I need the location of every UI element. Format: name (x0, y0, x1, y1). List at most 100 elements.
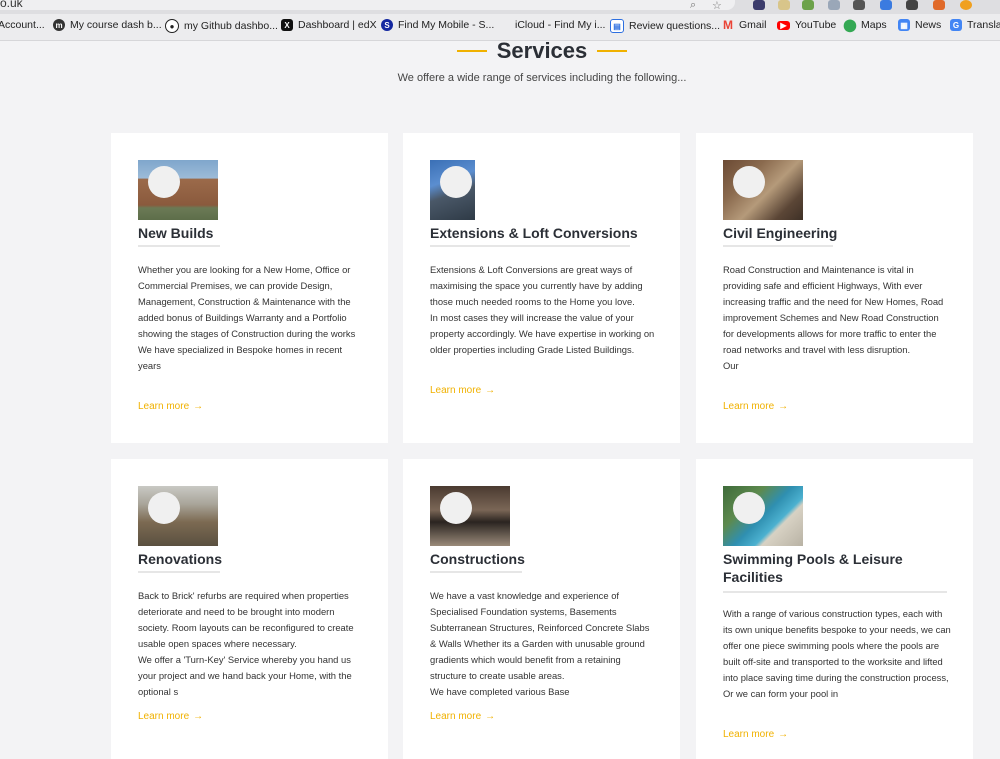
service-title: Renovations (138, 551, 223, 567)
bookmark-label: Review questions... (629, 20, 721, 32)
learn-more-link[interactable]: Learn more → (723, 401, 788, 412)
maps-icon: ⬤ (843, 18, 857, 32)
service-title: Extensions & Loft Conversions (430, 225, 638, 241)
service-description: With a range of various construction typ… (723, 608, 951, 699)
arrow-right-icon: → (193, 711, 204, 722)
edx-icon: X (281, 19, 293, 31)
address-bar[interactable] (0, 0, 735, 10)
bookmark-label: News (915, 19, 942, 31)
extension-icon[interactable] (778, 0, 790, 10)
bookmark-item[interactable]: ▶ YouTube (777, 19, 836, 31)
service-title: Civil Engineering (723, 225, 838, 241)
bookmark-item[interactable]: Account... (0, 19, 45, 31)
service-description: Extensions & Loft Conversions are great … (430, 264, 655, 355)
bookmark-item[interactable]: ⬤ Maps (843, 18, 887, 32)
learn-more-label: Learn more (723, 401, 775, 412)
doc-icon: ▤ (610, 19, 624, 33)
address-bar-area: o.uk ⌕ ☆ (0, 0, 1000, 14)
bookmark-label: my Github dashbo... (184, 20, 278, 32)
bookmark-item[interactable]: ▦ News (898, 19, 941, 31)
learn-more-link[interactable]: Learn more → (138, 401, 203, 412)
arrow-right-icon: → (485, 385, 496, 396)
service-description: Whether you are looking for a New Home, … (138, 264, 356, 371)
extension-icon[interactable] (828, 0, 840, 10)
learn-more-label: Learn more (138, 711, 190, 722)
arrow-right-icon: → (778, 401, 789, 412)
image-overlay-circle (733, 166, 765, 198)
learn-more-label: Learn more (138, 401, 190, 412)
image-overlay-circle (440, 166, 472, 198)
image-overlay-circle (733, 492, 765, 524)
services-heading: Services We offere a wide range of servi… (0, 38, 1000, 84)
service-card-constructions: Constructions We have a vast knowledge a… (403, 459, 680, 759)
bookmarks-bar: Account... m My course dash b... ● my Gi… (0, 14, 1000, 41)
extension-icon[interactable] (933, 0, 945, 10)
bookmark-label: Dashboard | edX (298, 19, 377, 31)
bookmark-item[interactable]: G Translat (950, 19, 1000, 31)
title-underline (138, 571, 220, 573)
heading-accent-line (456, 50, 487, 52)
arrow-right-icon: → (485, 711, 496, 722)
bookmark-item[interactable]: ▤ Review questions... (610, 19, 720, 33)
extension-icon[interactable] (906, 0, 918, 10)
learn-more-link[interactable]: Learn more → (138, 711, 203, 722)
bookmark-item[interactable]: X Dashboard | edX (281, 19, 377, 31)
address-bar-url[interactable]: o.uk (0, 0, 23, 10)
bookmark-item[interactable]: iCloud - Find My i... (498, 19, 605, 31)
github-icon: ● (165, 19, 179, 33)
learn-more-label: Learn more (723, 729, 775, 740)
heading-accent-line (597, 50, 628, 52)
bookmark-label: Maps (861, 19, 887, 31)
service-image (430, 160, 475, 220)
moodle-icon: m (53, 19, 65, 31)
news-icon: ▦ (898, 19, 910, 31)
title-underline (138, 245, 220, 247)
service-image (138, 486, 218, 546)
extension-icon[interactable] (960, 0, 972, 10)
service-image (430, 486, 510, 546)
arrow-right-icon: → (193, 401, 204, 412)
bookmark-item[interactable]: M Gmail (722, 18, 767, 32)
samsung-icon: S (381, 19, 393, 31)
image-overlay-circle (148, 492, 180, 524)
bookmark-item[interactable]: ● my Github dashbo... (165, 19, 278, 33)
service-description: We have a vast knowledge and experience … (430, 590, 650, 697)
image-overlay-circle (440, 492, 472, 524)
service-title: New Builds (138, 225, 214, 241)
extension-icon[interactable] (802, 0, 814, 10)
bookmark-label: Translat (967, 19, 1000, 31)
bookmark-label: Find My Mobile - S... (398, 19, 495, 31)
learn-more-link[interactable]: Learn more → (723, 729, 788, 740)
bookmark-star-icon[interactable]: ☆ (712, 0, 722, 12)
extension-icon[interactable] (853, 0, 865, 10)
service-title: Swimming Pools & Leisure Facilities (723, 551, 903, 585)
title-underline (723, 245, 833, 247)
bookmark-label: iCloud - Find My i... (515, 19, 606, 31)
gmail-icon: M (723, 18, 733, 32)
youtube-icon: ▶ (777, 20, 790, 30)
service-image (138, 160, 218, 220)
title-underline (430, 571, 522, 573)
learn-more-link[interactable]: Learn more → (430, 711, 495, 722)
bookmark-item[interactable]: m My course dash b... (53, 19, 162, 31)
title-underline (430, 245, 630, 247)
bookmark-label: Gmail (739, 19, 767, 31)
image-overlay-circle (148, 166, 180, 198)
service-card-extensions: Extensions & Loft Conversions Extensions… (403, 133, 680, 443)
bookmark-item[interactable]: S Find My Mobile - S... (381, 19, 494, 31)
extension-icon[interactable] (880, 0, 892, 10)
service-card-civil-engineering: Civil Engineering Road Construction and … (696, 133, 973, 443)
search-icon[interactable]: ⌕ (690, 0, 696, 12)
service-card-new-builds: New Builds Whether you are looking for a… (111, 133, 388, 443)
apple-icon (498, 19, 510, 31)
page-title: Services (496, 38, 588, 63)
extension-icon[interactable] (753, 0, 765, 10)
bookmark-label: Account... (0, 19, 45, 31)
service-card-swimming-pools: Swimming Pools & Leisure Facilities With… (696, 459, 973, 759)
learn-more-link[interactable]: Learn more → (430, 385, 495, 396)
learn-more-label: Learn more (430, 385, 482, 396)
service-image (723, 160, 803, 220)
bookmark-label: My course dash b... (70, 19, 162, 31)
translate-icon: G (950, 19, 962, 31)
service-title: Constructions (430, 551, 525, 567)
